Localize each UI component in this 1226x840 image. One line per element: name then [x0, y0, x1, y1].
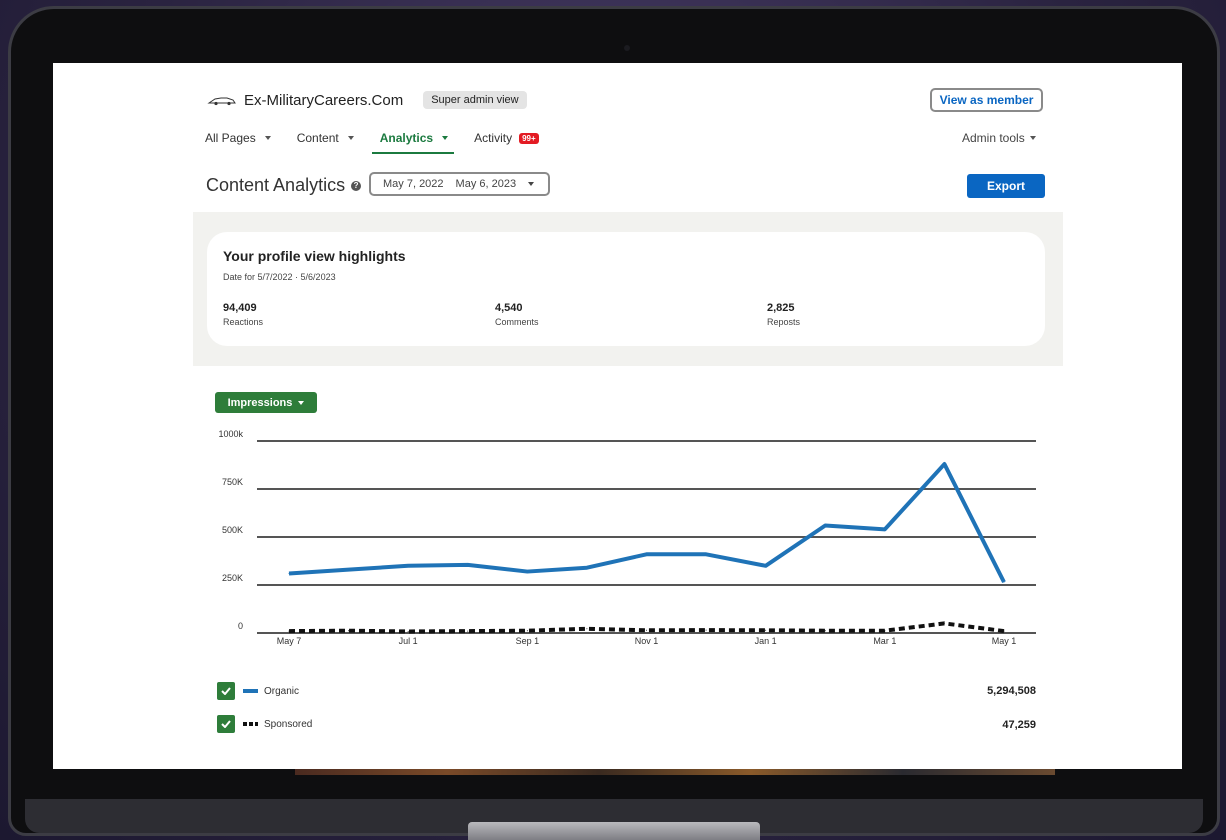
data-point-organic — [467, 564, 469, 566]
x-tick-label: Jul 1 — [399, 636, 418, 646]
x-tick-label: Jan 1 — [755, 636, 777, 646]
data-point-sponsored — [765, 629, 767, 631]
data-point-sponsored — [943, 622, 945, 624]
check-icon — [221, 687, 231, 695]
data-point-sponsored — [586, 628, 588, 630]
data-point-sponsored — [646, 629, 647, 631]
data-point-organic — [288, 572, 290, 574]
legend-label: Organic — [264, 685, 300, 697]
data-point-sponsored — [526, 630, 528, 632]
impressions-line-chart: 0 250K 500K 750K 1000k May 7 Jul 1 Sep 1 Nov 1 Ja… — [218, 429, 1036, 646]
data-point-sponsored — [288, 630, 290, 632]
legend-organic: Organic — [217, 682, 299, 700]
y-tick-label: 500K — [222, 525, 243, 535]
series-line-organic — [288, 462, 1006, 584]
y-tick-label: 0 — [238, 621, 243, 631]
data-point-sponsored — [467, 630, 469, 632]
legend-sponsored: Sponsored — [217, 715, 312, 733]
x-tick-label: Mar 1 — [873, 636, 896, 646]
data-point-organic — [705, 553, 707, 555]
laptop-hinge — [468, 822, 760, 840]
screen: Ex-MilitaryCareers.Com Super admin view … — [53, 63, 1182, 769]
organic-line-swatch — [243, 689, 258, 693]
y-tick-label: 750K — [222, 477, 243, 487]
data-point-organic — [943, 463, 945, 465]
x-tick-label: Nov 1 — [635, 636, 659, 646]
check-icon — [221, 720, 231, 728]
y-tick-label: 250K — [222, 573, 243, 583]
data-point-organic — [884, 528, 886, 530]
data-point-organic — [646, 553, 647, 555]
data-point-sponsored — [824, 630, 826, 632]
organic-total: 5,294,508 — [987, 685, 1036, 697]
data-point-sponsored — [705, 629, 707, 631]
legend-label: Sponsored — [264, 718, 313, 730]
data-point-organic — [407, 565, 409, 567]
sponsored-total: 47,259 — [1002, 719, 1036, 731]
data-point-sponsored — [407, 630, 409, 632]
x-tick-label: Sep 1 — [516, 636, 540, 646]
x-tick-label: May 1 — [992, 636, 1017, 646]
data-point-organic — [765, 565, 767, 567]
x-tick-label: May 7 — [277, 636, 302, 646]
sponsored-line-swatch — [243, 722, 258, 726]
data-point-organic — [824, 524, 826, 526]
sponsored-checkbox[interactable] — [217, 715, 235, 733]
data-point-sponsored — [348, 630, 350, 632]
organic-checkbox[interactable] — [217, 682, 235, 700]
y-tick-label: 1000k — [218, 429, 243, 439]
data-point-organic — [1003, 581, 1005, 583]
data-point-sponsored — [884, 630, 886, 632]
data-point-organic — [526, 571, 528, 573]
camera-icon — [624, 45, 630, 51]
data-point-organic — [348, 569, 350, 571]
data-point-organic — [586, 567, 588, 569]
data-point-sponsored — [1003, 630, 1005, 632]
